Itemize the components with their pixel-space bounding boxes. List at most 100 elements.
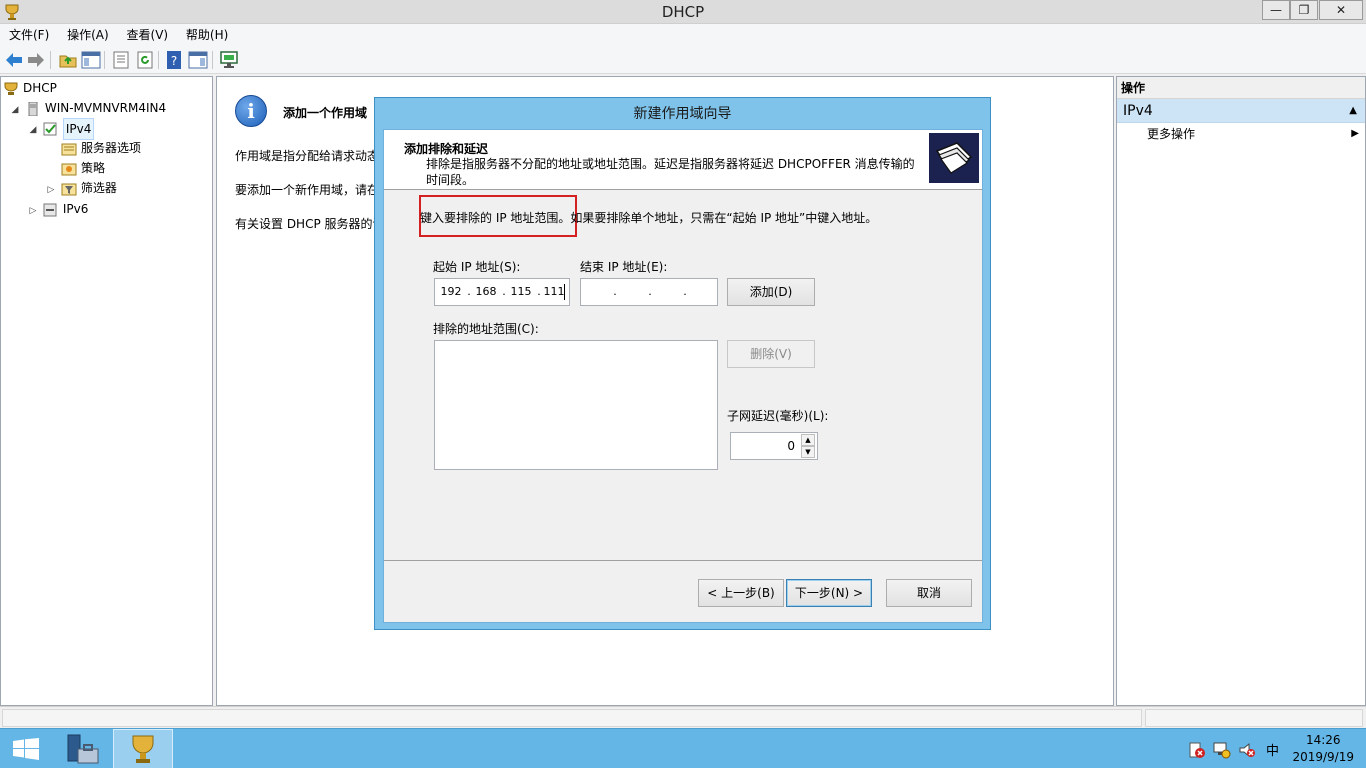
dhcp-taskbar-icon — [132, 735, 154, 763]
restore-button[interactable]: ❐ — [1290, 0, 1318, 20]
spin-up-icon[interactable]: ▲ — [801, 434, 815, 446]
back-button[interactable]: < 上一步(B) — [698, 579, 784, 607]
center-text-3: 有关设置 DHCP 服务器的详 — [235, 217, 385, 231]
subnet-delay-value[interactable]: 0 — [787, 439, 795, 453]
end-ip-input[interactable]: . . . — [580, 278, 718, 306]
spin-down-icon[interactable]: ▼ — [801, 446, 815, 458]
flag-notification-icon[interactable] — [1188, 741, 1206, 759]
collapse-icon[interactable]: ◢ — [9, 100, 21, 120]
status-cell — [2, 709, 1142, 727]
menu-action[interactable]: 操作(A) — [62, 24, 114, 46]
subnet-delay-label: 子网延迟(毫秒)(L): — [727, 409, 829, 423]
next-button[interactable]: 下一步(N) > — [786, 579, 872, 607]
tree-item-dhcp[interactable]: DHCP — [3, 78, 57, 98]
server-options-icon — [61, 143, 77, 155]
toolbar: ? — [0, 46, 1366, 74]
text-caret — [564, 284, 565, 300]
excluded-ranges-list[interactable] — [434, 340, 718, 470]
subnet-delay-spinner[interactable]: 0 ▲ ▼ — [730, 432, 818, 460]
wizard-header-title: 添加排除和延迟 — [404, 142, 489, 156]
end-ip-label: 结束 IP 地址(E): — [580, 260, 668, 274]
menu-help[interactable]: 帮助(H) — [181, 24, 233, 46]
menu-view[interactable]: 查看(V) — [122, 24, 174, 46]
chevron-right-icon: ▶ — [1351, 128, 1359, 139]
refresh-icon[interactable] — [135, 50, 155, 70]
clock-date: 2019/9/19 — [1292, 750, 1354, 764]
volume-muted-icon[interactable] — [1238, 741, 1256, 759]
menu-bar: 文件(F) 操作(A) 查看(V) 帮助(H) — [0, 24, 1366, 46]
status-cell — [1145, 709, 1363, 727]
actions-header: 操作 — [1117, 77, 1365, 99]
server-monitor-icon[interactable] — [219, 50, 239, 70]
tree-item-ipv6[interactable]: ▷ IPv6 — [27, 199, 88, 221]
collapse-icon[interactable]: ◢ — [27, 120, 39, 140]
actions-section-label: IPv4 — [1123, 103, 1153, 119]
info-icon: i — [235, 95, 267, 127]
instruction-text: 键入要排除的 IP 地址范围。如果要排除单个地址，只需在“起始 IP 地址”中键… — [420, 209, 877, 226]
menu-file[interactable]: 文件(F) — [4, 24, 54, 46]
status-bar — [0, 706, 1366, 728]
server-icon — [28, 101, 38, 116]
dialog-title: 新建作用域向导 — [633, 106, 732, 122]
actions-pane: 操作 IPv4 ▲ 更多操作 ▶ — [1116, 76, 1366, 706]
remove-button[interactable]: 删除(V) — [727, 340, 815, 368]
back-arrow-icon[interactable] — [4, 50, 24, 70]
taskbar-dhcp[interactable] — [113, 729, 173, 768]
svg-text:?: ? — [171, 54, 177, 68]
wizard-folders-icon — [929, 133, 979, 183]
taskbar: 中 14:26 2019/9/19 — [0, 728, 1366, 768]
window-titlebar: DHCP — ❐ ✕ — [0, 0, 1366, 24]
tree-item-policies[interactable]: 策略 — [61, 158, 105, 178]
start-ip-label: 起始 IP 地址(S): — [433, 260, 521, 274]
windows-logo-icon — [13, 738, 39, 760]
wizard-footer-separator — [384, 560, 982, 561]
show-hide-tree-icon[interactable] — [81, 50, 101, 70]
actions-section-ipv4[interactable]: IPv4 ▲ — [1117, 99, 1365, 123]
close-button[interactable]: ✕ — [1319, 0, 1363, 20]
tree-item-server-options[interactable]: 服务器选项 — [61, 138, 141, 158]
network-icon[interactable] — [1213, 741, 1231, 759]
input-language-indicator[interactable]: 中 — [1266, 740, 1279, 759]
center-title: 添加一个作用域 — [283, 106, 368, 120]
tree-item-filters[interactable]: ▷ 筛选器 — [45, 178, 117, 200]
start-ip-octet-2[interactable]: 168 — [472, 285, 500, 298]
properties-icon[interactable] — [111, 50, 131, 70]
start-ip-input[interactable]: 192 . 168 . 115 . 111 — [434, 278, 570, 306]
collapse-up-icon[interactable]: ▲ — [1349, 99, 1357, 123]
toolbar-separator — [158, 51, 159, 69]
console-tree: DHCP ◢ WIN-MVMNVRM4IN4 ◢ IPv4 服务器选项 策略 ▷… — [0, 76, 213, 706]
policy-icon — [61, 163, 77, 175]
minimize-button[interactable]: — — [1262, 0, 1290, 20]
server-manager-icon — [67, 734, 99, 764]
taskbar-server-manager[interactable] — [54, 729, 114, 768]
start-button[interactable] — [0, 729, 52, 768]
ipv6-icon — [43, 203, 57, 216]
instruction-rest: 如果要排除单个地址，只需在“起始 IP 地址”中键入地址。 — [570, 211, 878, 225]
tree-item-ipv4[interactable]: ◢ IPv4 — [27, 118, 95, 140]
toolbar-separator — [212, 51, 213, 69]
clock[interactable]: 14:26 2019/9/19 — [1292, 732, 1354, 766]
tree-item-server[interactable]: ◢ WIN-MVMNVRM4IN4 — [9, 98, 166, 120]
start-ip-octet-3[interactable]: 115 — [507, 285, 535, 298]
expand-icon[interactable]: ▷ — [27, 201, 39, 221]
more-actions-link[interactable]: 更多操作 ▶ — [1117, 123, 1365, 145]
filter-icon — [61, 183, 77, 195]
cancel-button[interactable]: 取消 — [886, 579, 972, 607]
toolbar-separator — [50, 51, 51, 69]
start-ip-octet-1[interactable]: 192 — [437, 285, 465, 298]
wizard-header: 添加排除和延迟 排除是指服务器不分配的地址或地址范围。延迟是指服务器将延迟 DH… — [384, 130, 982, 190]
more-actions-label: 更多操作 — [1147, 127, 1196, 141]
clock-time: 14:26 — [1305, 733, 1341, 747]
expand-icon[interactable]: ▷ — [45, 180, 57, 200]
center-text-1: 作用域是指分配给请求动态 — [235, 149, 380, 163]
excluded-ranges-label: 排除的地址范围(C): — [433, 322, 539, 336]
ipv4-check-icon — [43, 122, 57, 135]
wizard-header-description: 排除是指服务器不分配的地址或地址范围。延迟是指服务器将延迟 DHCPOFFER … — [426, 157, 915, 187]
dhcp-trophy-icon — [4, 82, 18, 95]
forward-arrow-icon[interactable] — [26, 50, 46, 70]
up-folder-icon[interactable] — [58, 50, 78, 70]
action-pane-icon[interactable] — [188, 50, 208, 70]
center-text-2: 要添加一个新作用域，请在 — [235, 183, 380, 197]
help-icon[interactable]: ? — [165, 50, 185, 70]
add-button[interactable]: 添加(D) — [727, 278, 815, 306]
